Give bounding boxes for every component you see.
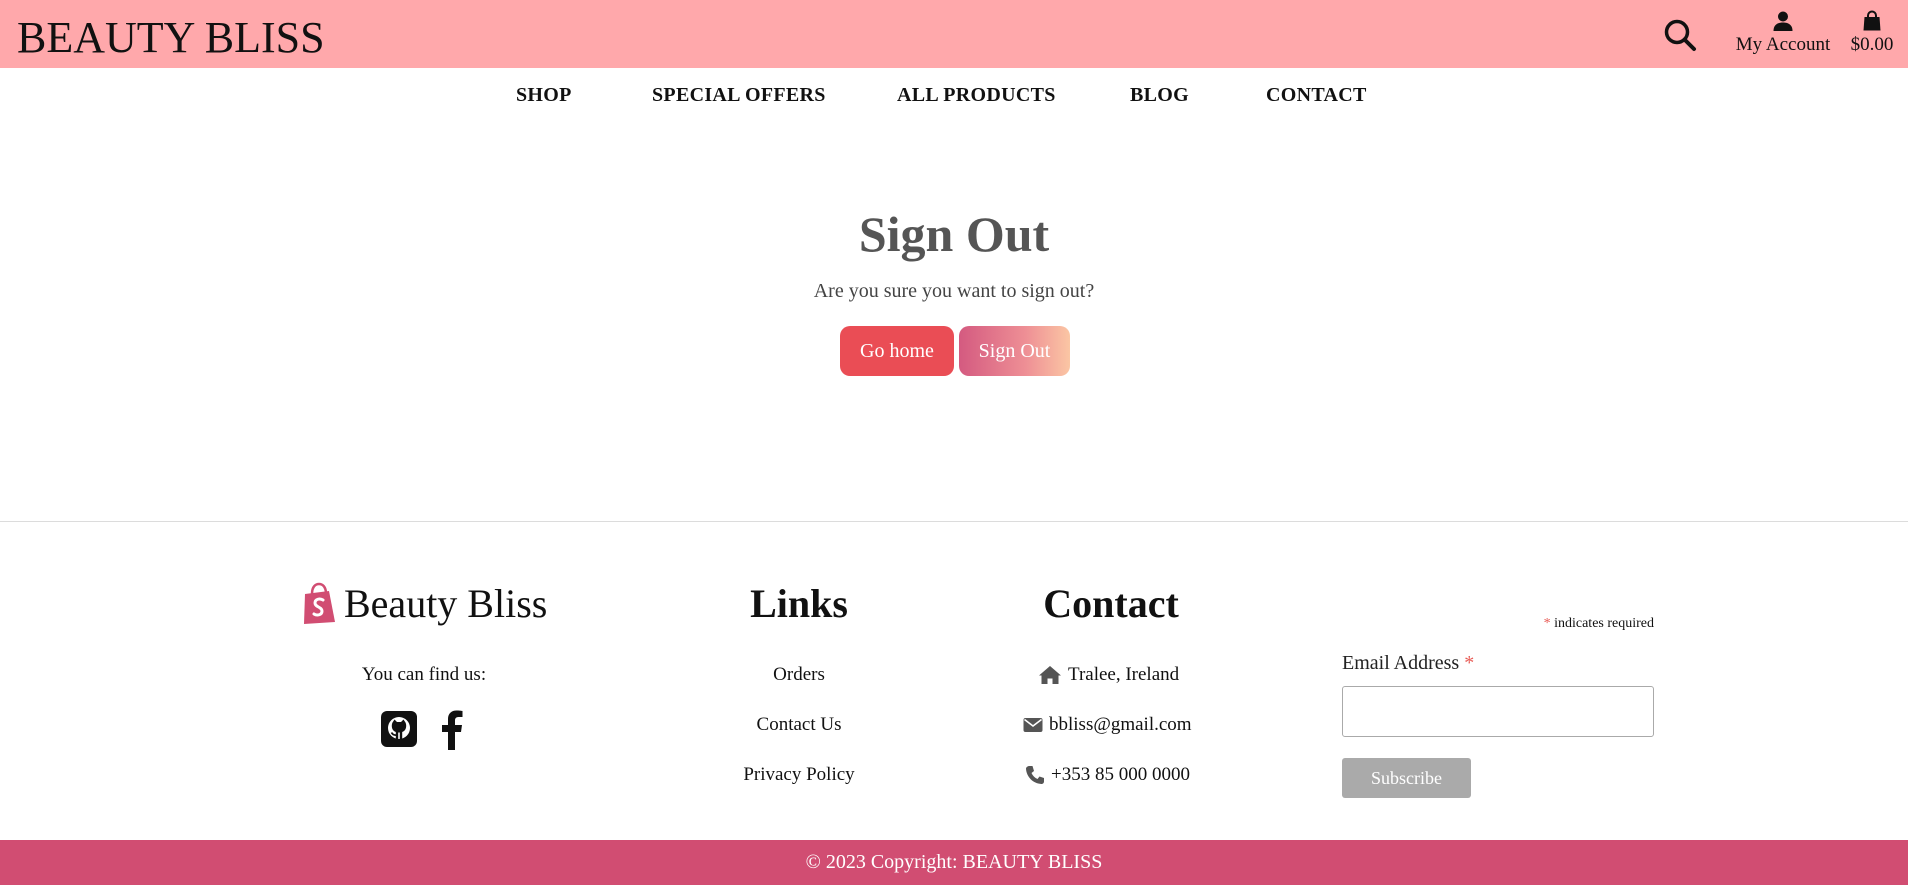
footer-link-privacy-policy[interactable]: Privacy Policy [700,764,898,786]
shopping-bag-icon [1863,10,1881,31]
search-icon[interactable] [1663,18,1697,52]
required-fields-note: * indicates required [1540,616,1654,632]
envelope-icon [1023,718,1043,732]
footer-brand: Beauty Bliss [302,580,547,626]
contact-email: bbliss@gmail.com [1023,714,1192,736]
github-icon[interactable] [380,710,420,750]
nav-item-contact[interactable]: CONTACT [1266,84,1367,107]
contact-phone: +353 85 000 0000 [1025,764,1190,786]
contact-address-text: Tralee, Ireland [1068,664,1180,685]
find-us-label: You can find us: [361,664,487,685]
footer-link-contact-us[interactable]: Contact Us [700,714,898,736]
copyright-text: © 2023 Copyright: BEAUTY BLISS [805,851,1103,873]
contact-email-text: bbliss@gmail.com [1049,714,1192,735]
email-address-label: Email Address * [1342,652,1474,675]
nav-item-all-products[interactable]: ALL PRODUCTS [897,84,1056,107]
contact-address: Tralee, Ireland [1038,664,1179,686]
phone-icon [1026,766,1044,784]
nav-item-special-offers[interactable]: SPECIAL OFFERS [652,84,826,107]
email-address-label-text: Email Address [1342,652,1460,674]
contact-heading: Contact [1043,581,1179,626]
nav-item-shop[interactable]: SHOP [516,84,572,107]
nav-item-blog[interactable]: BLOG [1130,84,1189,107]
shopping-bag-button[interactable]: $0.00 [1847,10,1897,62]
links-heading: Links [750,581,848,626]
email-required-asterisk: * [1464,652,1475,674]
go-home-button[interactable]: Go home [840,326,954,376]
page-title: Sign Out [858,206,1050,262]
cart-total: $0.00 [1850,34,1894,55]
footer-brand-name: Beauty Bliss [344,580,548,626]
sign-out-confirmation-text: Are you sure you want to sign out? [813,280,1095,302]
contact-phone-text: +353 85 000 0000 [1051,764,1190,785]
required-note-text: indicates required [1550,616,1654,631]
shopify-bag-icon [304,582,335,624]
user-icon [1773,11,1793,31]
my-account-label: My Account [1735,34,1831,55]
facebook-icon[interactable] [438,710,478,750]
sign-out-button[interactable]: Sign Out [959,326,1070,376]
footer-divider [0,521,1908,522]
required-asterisk: * [1543,616,1551,631]
my-account-button[interactable]: My Account [1731,10,1835,62]
main-navigation: SHOP SPECIAL OFFERS ALL PRODUCTS BLOG CO… [0,84,1908,114]
footer-link-orders[interactable]: Orders [700,664,898,686]
brand-logo-link[interactable]: BEAUTY BLISS [17,12,325,63]
home-icon [1039,666,1061,684]
copyright-bar: © 2023 Copyright: BEAUTY BLISS [0,840,1908,885]
subscribe-button[interactable]: Subscribe [1342,758,1471,798]
top-header: BEAUTY BLISS My Account $0.00 [0,0,1908,68]
email-address-input[interactable] [1342,686,1654,737]
